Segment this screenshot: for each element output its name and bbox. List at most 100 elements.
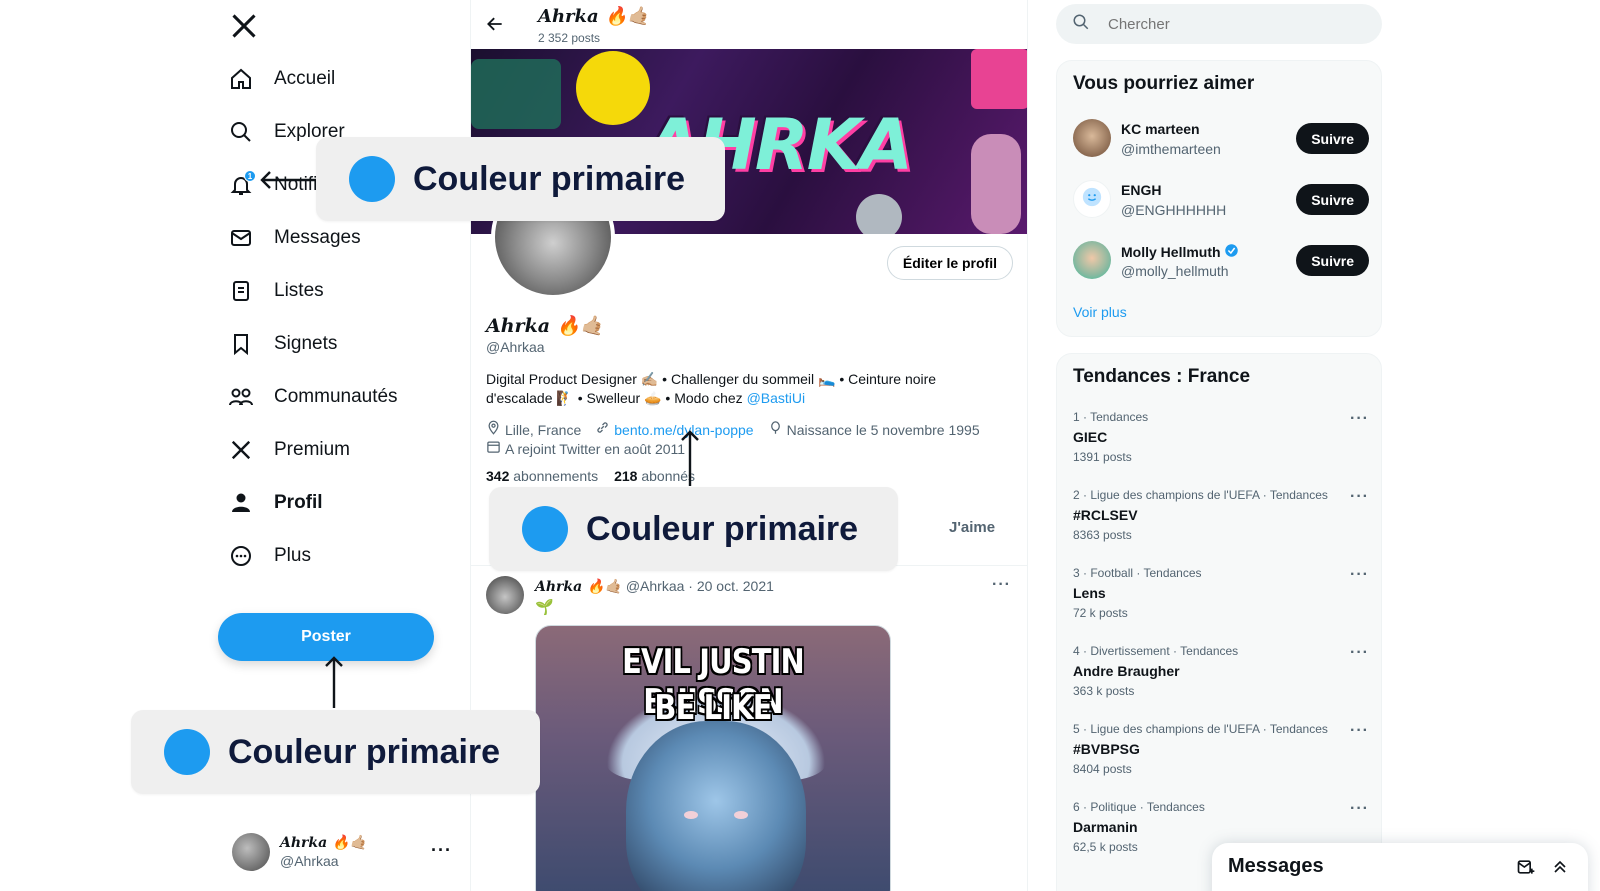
suggestion-item[interactable]: KC marteen @imthemarteen Suivre: [1073, 117, 1369, 161]
following-link[interactable]: 342 abonnements: [486, 468, 598, 484]
follow-button[interactable]: Suivre: [1296, 245, 1369, 276]
meme-face: [626, 721, 806, 891]
tweet-header: Ahrka 🔥🤙🏼 @Ahrkaa · 20 oct. 2021: [535, 578, 774, 595]
profile-header-bar: Ahrka 🔥🤙🏼 2 352 posts: [471, 0, 1027, 49]
trend-count: 1391 posts: [1073, 450, 1132, 464]
trend-item[interactable]: 2 · Ligue des champions de l'UEFA · Tend…: [1073, 488, 1369, 558]
meme-eye: [734, 811, 748, 819]
verified-badge-icon: [1224, 243, 1239, 261]
avatar: [1073, 119, 1111, 157]
nav-item-profil[interactable]: Profil: [228, 481, 323, 525]
nav-item-listes[interactable]: Listes: [228, 269, 324, 313]
nav-label: Profil: [274, 492, 323, 513]
trend-topic: Darmanin: [1073, 819, 1138, 835]
more-icon[interactable]: ···: [1350, 644, 1369, 662]
search-bar[interactable]: [1056, 4, 1382, 44]
more-icon[interactable]: ···: [1350, 410, 1369, 428]
back-arrow-icon[interactable]: [485, 14, 507, 36]
nav-label: Premium: [274, 439, 351, 460]
x-logo-icon[interactable]: [230, 12, 260, 42]
suggestion-item[interactable]: Molly Hellmuth @molly_hellmuth Suivre: [1073, 239, 1369, 283]
trend-topic: Lens: [1073, 585, 1106, 601]
nav-label: Plus: [274, 545, 311, 566]
edit-profile-button[interactable]: Éditer le profil: [886, 246, 1013, 280]
follow-button[interactable]: Suivre: [1296, 184, 1369, 215]
annotation-callout: Couleur primaire: [489, 487, 898, 571]
suggestion-name: Molly Hellmuth: [1121, 244, 1221, 260]
smiley-icon: [1081, 186, 1103, 213]
nav-item-messages[interactable]: Messages: [228, 216, 361, 260]
account-name: Ahrka 🔥🤙🏼: [280, 835, 367, 851]
balloon-icon: [768, 420, 783, 439]
more-icon[interactable]: ···: [1350, 566, 1369, 584]
more-icon[interactable]: ···: [431, 840, 452, 861]
bell-icon: 1: [228, 170, 256, 198]
bio-line: d'escalade 🧗 • Swelleur 🥧 • Modo chez: [486, 390, 747, 406]
more-icon[interactable]: ···: [1350, 800, 1369, 818]
suggestion-item[interactable]: ENGH @ENGHHHHHH Suivre: [1073, 178, 1369, 222]
home-icon: [228, 66, 254, 92]
more-icon[interactable]: ···: [1350, 488, 1369, 506]
follow-counts: 342 abonnements 218 abonnés: [486, 468, 695, 484]
suggestion-handle: @molly_hellmuth: [1121, 263, 1229, 279]
profile-handle: @Ahrkaa: [486, 339, 545, 355]
smiley-sticker: [576, 51, 650, 125]
account-switcher[interactable]: Ahrka 🔥🤙🏼 @Ahrkaa ···: [232, 832, 452, 872]
collapse-chevron-icon[interactable]: [1550, 857, 1570, 882]
communities-icon: [228, 384, 254, 410]
annotation-callout: Couleur primaire: [316, 137, 725, 221]
x-logo-icon: [228, 437, 254, 463]
trend-item[interactable]: 5 · Ligue des champions de l'UEFA · Tend…: [1073, 722, 1369, 792]
profile-column: Ahrka 🔥🤙🏼 2 352 posts AHRKA Éditer le pr…: [470, 0, 1028, 891]
bio-line: Digital Product Designer ✍🏼 • Challenger…: [486, 371, 937, 387]
following-count: 342: [486, 468, 510, 484]
tab-likes[interactable]: J'aime: [949, 519, 995, 536]
profile-meta: Lille, France bento.me/dylan-poppe Naiss…: [486, 420, 1016, 458]
show-more-link[interactable]: Voir plus: [1073, 304, 1127, 320]
sticker: [856, 194, 902, 234]
trend-item[interactable]: 1 · Tendances GIEC 1391 posts ···: [1073, 410, 1369, 480]
annotation-arrow: [681, 430, 699, 486]
profile-joined: A rejoint Twitter en août 2011: [505, 440, 686, 457]
profile-birthday: Naissance le 5 novembre 1995: [786, 421, 980, 438]
trend-context: 5 · Ligue des champions de l'UEFA · Tend…: [1073, 722, 1328, 736]
trends-card: Tendances : France 1 · Tendances GIEC 13…: [1056, 353, 1382, 891]
search-input[interactable]: [1108, 15, 1338, 33]
person-icon: [228, 490, 254, 516]
nav-item-signets[interactable]: Signets: [228, 322, 337, 366]
suggestion-name: KC marteen: [1121, 121, 1200, 137]
trend-item[interactable]: 3 · Football · Tendances Lens 72 k posts…: [1073, 566, 1369, 636]
trend-item[interactable]: 4 · Divertissement · Tendances Andre Bra…: [1073, 644, 1369, 714]
messages-drawer[interactable]: Messages: [1212, 843, 1588, 891]
followers-count: 218: [614, 468, 638, 484]
bio-mention-link[interactable]: @BastiUi: [747, 390, 806, 406]
trend-context: 3 · Football · Tendances: [1073, 566, 1202, 580]
nav-label: Signets: [274, 333, 338, 354]
nav-item-premium[interactable]: Premium: [228, 428, 350, 472]
more-icon[interactable]: ···: [1350, 722, 1369, 740]
search-icon: [1072, 13, 1090, 36]
avatar[interactable]: [486, 576, 524, 614]
more-icon[interactable]: ···: [992, 576, 1011, 594]
notification-badge: 1: [244, 170, 256, 182]
tweet-author-name[interactable]: Ahrka 🔥🤙🏼: [535, 579, 622, 595]
trend-context: 2 · Ligue des champions de l'UEFA · Tend…: [1073, 488, 1328, 502]
nav-item-accueil[interactable]: Accueil: [228, 57, 335, 101]
follow-button[interactable]: Suivre: [1296, 123, 1369, 154]
annotation-callout: Couleur primaire: [131, 710, 540, 794]
nav-item-communautes[interactable]: Communautés: [228, 375, 398, 419]
profile-bio: Digital Product Designer ✍🏼 • Challenger…: [486, 370, 1006, 408]
who-to-follow-card: Vous pourriez aimer KC marteen @imthemar…: [1056, 60, 1382, 337]
trend-count: 72 k posts: [1073, 606, 1128, 620]
new-message-icon[interactable]: [1516, 857, 1536, 882]
nav-item-plus[interactable]: Plus: [228, 534, 311, 578]
nav-label: Communautés: [274, 386, 398, 407]
right-sidebar: Vous pourriez aimer KC marteen @imthemar…: [1056, 0, 1382, 891]
location-icon: [486, 420, 501, 439]
trend-count: 363 k posts: [1073, 684, 1135, 698]
more-circle-icon: [228, 543, 254, 569]
avatar: [1073, 241, 1111, 279]
tweet-image[interactable]: EVIL JUSTIN BUISSON BE LIKE: [535, 625, 891, 891]
trend-topic: #BVBPSG: [1073, 741, 1140, 757]
tweet-text: 🌱: [535, 599, 554, 616]
